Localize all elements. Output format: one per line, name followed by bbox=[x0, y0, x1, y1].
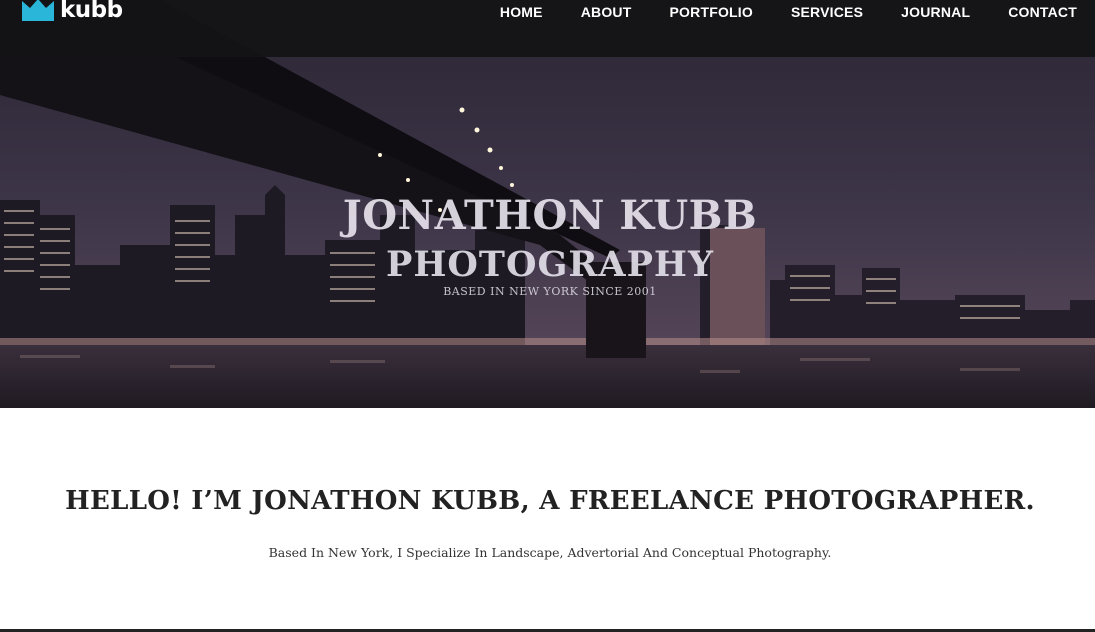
nav-about[interactable]: ABOUT bbox=[581, 4, 632, 20]
hero-title: JONATHON KUBB bbox=[342, 192, 758, 239]
hero-subtitle: PHOTOGRAPHY bbox=[386, 244, 714, 285]
brand-logo[interactable]: kubb bbox=[22, 0, 123, 24]
top-navbar: kubb HOME ABOUT PORTFOLIO SERVICES JOURN… bbox=[0, 0, 1095, 57]
intro-heading: HELLO! I’M JONATHON KUBB, A FREELANCE PH… bbox=[65, 486, 1035, 516]
nav-contact[interactable]: CONTACT bbox=[1008, 4, 1077, 20]
intro-text: Based In New York, I Specialize In Lands… bbox=[268, 545, 832, 560]
nav-portfolio[interactable]: PORTFOLIO bbox=[670, 4, 753, 20]
hero-tagline: BASED IN NEW YORK SINCE 2001 bbox=[443, 285, 657, 298]
nav-services[interactable]: SERVICES bbox=[791, 4, 863, 20]
main-nav: HOME ABOUT PORTFOLIO SERVICES JOURNAL CO… bbox=[462, 4, 1077, 20]
crown-icon bbox=[22, 0, 54, 21]
hero-section: kubb HOME ABOUT PORTFOLIO SERVICES JOURN… bbox=[0, 0, 1095, 408]
brand-name: kubb bbox=[60, 0, 123, 23]
nav-home[interactable]: HOME bbox=[500, 4, 543, 20]
nav-journal[interactable]: JOURNAL bbox=[901, 4, 970, 20]
